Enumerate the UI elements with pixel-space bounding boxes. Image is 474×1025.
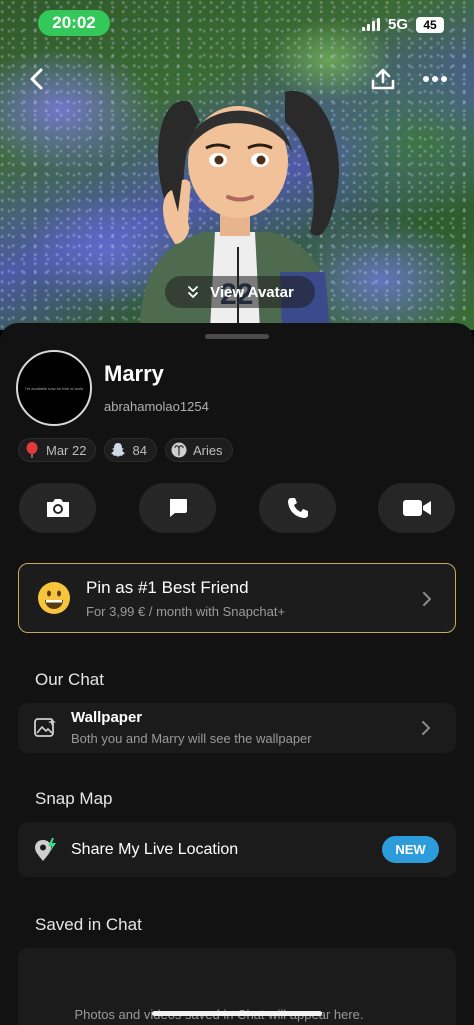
share-button[interactable]: [366, 62, 400, 96]
more-horizontal-icon: [423, 76, 447, 82]
double-chevron-down-icon: [188, 286, 199, 298]
profile-picture-caption: I'm available now for free ai tools: [24, 385, 84, 391]
chat-button[interactable]: [139, 483, 216, 533]
snapscore-icon: [110, 442, 126, 458]
camera-button[interactable]: [19, 483, 96, 533]
grinning-face-icon: [38, 582, 70, 614]
profile-picture[interactable]: I'm available now for free ai tools: [16, 350, 92, 426]
avatar-hero: 20:02 5G 45 22: [0, 0, 474, 330]
snapscore-chip[interactable]: 84: [104, 438, 157, 462]
chevron-right-icon: [422, 721, 430, 735]
share-live-location-label: Share My Live Location: [71, 841, 239, 858]
profile-sheet: I'm available now for free ai tools Marr…: [0, 323, 474, 1025]
our-chat-heading: Our Chat: [35, 670, 104, 689]
camera-icon: [46, 499, 69, 517]
share-live-location-row[interactable]: Share My Live Location NEW: [18, 822, 456, 877]
status-time: 20:02: [38, 10, 110, 36]
wallpaper-subtitle: Both you and Marry will see the wallpape…: [71, 731, 312, 746]
new-badge: NEW: [382, 836, 439, 863]
network-type: 5G: [387, 16, 408, 33]
home-indicator[interactable]: [152, 1011, 322, 1016]
location-pin-icon: [32, 837, 58, 863]
pin-subtitle: For 3,99 € / month with Snapchat+: [86, 604, 286, 619]
view-avatar-label: View Avatar: [210, 283, 294, 301]
zodiac-chip[interactable]: Aries: [164, 438, 233, 462]
profile-chips: Mar 22 84 Aries: [18, 438, 233, 462]
zodiac-label: Aries: [192, 442, 223, 458]
view-avatar-button[interactable]: View Avatar: [165, 276, 315, 308]
status-indicators: 5G 45: [361, 16, 444, 33]
chat-bubble-icon: [169, 499, 187, 517]
birthday-label: Mar 22: [46, 442, 87, 458]
saved-in-chat-heading: Saved in Chat: [35, 915, 142, 934]
sheet-grabber[interactable]: [205, 334, 269, 339]
snapscore-label: 84: [132, 442, 147, 458]
chevron-left-icon: [30, 68, 43, 90]
balloon-icon: [24, 442, 40, 458]
phone-icon: [287, 498, 308, 518]
battery-icon: 45: [416, 16, 444, 33]
snap-map-heading: Snap Map: [35, 789, 113, 808]
cellular-signal-icon: [361, 18, 380, 31]
video-camera-icon: [402, 500, 431, 516]
wallpaper-icon: [32, 715, 58, 741]
back-button[interactable]: [20, 62, 54, 96]
video-call-button[interactable]: [378, 483, 455, 533]
upload-icon: [371, 68, 395, 90]
more-options-button[interactable]: [418, 62, 452, 96]
call-button[interactable]: [259, 483, 336, 533]
profile-username: abrahamolao1254: [104, 399, 209, 414]
profile-name: Marry: [104, 361, 164, 386]
chevron-right-icon: [423, 592, 431, 606]
pin-title: Pin as #1 Best Friend: [86, 578, 249, 597]
pin-best-friend-card[interactable]: Pin as #1 Best Friend For 3,99 € / month…: [18, 563, 456, 633]
aries-icon: [171, 442, 187, 458]
action-buttons: [19, 483, 455, 533]
wallpaper-row[interactable]: Wallpaper Both you and Marry will see th…: [18, 703, 456, 753]
birthday-chip[interactable]: Mar 22: [18, 438, 97, 462]
wallpaper-title: Wallpaper: [71, 709, 143, 726]
